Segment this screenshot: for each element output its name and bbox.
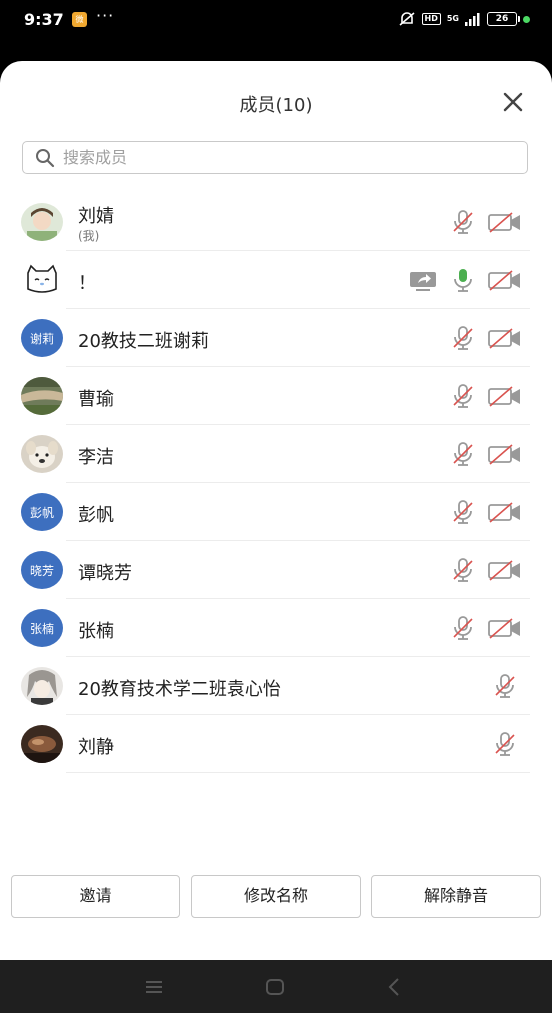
app-notification-icon: 微: [72, 12, 87, 27]
screen-share-icon[interactable]: [409, 267, 437, 293]
member-row[interactable]: 曹瑜: [0, 367, 552, 425]
rename-button[interactable]: 修改名称: [191, 875, 361, 918]
avatar: [21, 667, 63, 705]
camera-off-icon[interactable]: [488, 499, 522, 525]
member-name: 谭晓芳: [78, 563, 132, 584]
search-input[interactable]: [61, 147, 485, 168]
menu-icon[interactable]: [143, 976, 165, 998]
member-row[interactable]: 刘静: [0, 715, 552, 773]
mic-muted-icon[interactable]: [451, 499, 475, 525]
network-type-icon: 5G: [446, 14, 459, 23]
camera-off-icon[interactable]: [488, 441, 522, 467]
member-self-tag: (我): [78, 229, 100, 243]
mic-muted-icon[interactable]: [451, 209, 475, 235]
active-indicator-dot: [523, 15, 530, 23]
camera-off-icon[interactable]: [488, 557, 522, 583]
mic-muted-icon[interactable]: [451, 325, 475, 351]
member-name: 李洁: [78, 447, 114, 468]
search-icon: [36, 148, 55, 167]
more-notifications-icon: ···: [96, 6, 115, 25]
avatar: [21, 725, 63, 763]
member-name: 刘婧: [78, 206, 114, 227]
status-icons: HD 5G 26: [398, 10, 530, 28]
member-row[interactable]: 李洁: [0, 425, 552, 483]
camera-off-icon[interactable]: [488, 209, 522, 235]
hd-icon: HD: [421, 13, 441, 25]
member-name: 张楠: [78, 621, 114, 642]
home-icon[interactable]: [264, 976, 286, 998]
mic-muted-icon[interactable]: [451, 441, 475, 467]
status-time: 9:37: [24, 10, 64, 29]
member-name: 曹瑜: [78, 389, 114, 410]
member-name: ！: [78, 273, 96, 294]
member-row[interactable]: 谢莉 20教技二班谢莉: [0, 309, 552, 367]
avatar: [21, 203, 63, 241]
avatar: 张楠: [21, 609, 63, 647]
member-name: 刘静: [78, 737, 114, 758]
avatar: [21, 377, 63, 415]
camera-off-icon[interactable]: [488, 325, 522, 351]
member-list: 刘婧 (我) ！ 谢莉 20教技二班谢莉 曹瑜 李洁 彭帆 彭帆 晓芳 谭晓芳 …: [0, 193, 552, 773]
member-name: 20教育技术学二班袁心怡: [78, 679, 281, 700]
member-name: 彭帆: [78, 505, 114, 526]
avatar: 晓芳: [21, 551, 63, 589]
member-row[interactable]: ！: [0, 251, 552, 309]
camera-off-icon[interactable]: [488, 383, 522, 409]
mic-muted-icon[interactable]: [451, 383, 475, 409]
close-icon[interactable]: [500, 89, 526, 115]
camera-off-icon[interactable]: [488, 267, 522, 293]
row-divider: [66, 772, 530, 773]
sheet-title: 成员(10): [239, 95, 313, 116]
mic-on-icon[interactable]: [451, 267, 475, 293]
back-icon[interactable]: [384, 976, 406, 998]
member-row[interactable]: 20教育技术学二班袁心怡: [0, 657, 552, 715]
mic-muted-icon[interactable]: [493, 673, 517, 699]
mic-muted-icon[interactable]: [451, 557, 475, 583]
mic-muted-icon[interactable]: [451, 615, 475, 641]
unmute-all-button[interactable]: 解除静音: [371, 875, 541, 918]
status-bar: 9:37 微 ··· HD 5G 26: [0, 0, 552, 40]
avatar: 谢莉: [21, 319, 63, 357]
camera-off-icon[interactable]: [488, 615, 522, 641]
avatar: 彭帆: [21, 493, 63, 531]
system-nav-bar: [0, 960, 552, 1013]
battery-icon: 26: [487, 12, 520, 26]
avatar: [21, 435, 63, 473]
avatar: [21, 261, 63, 299]
search-box[interactable]: [22, 141, 528, 174]
action-bar: 邀请 修改名称 解除静音: [0, 875, 552, 919]
member-row[interactable]: 晓芳 谭晓芳: [0, 541, 552, 599]
signal-icon: [465, 12, 480, 26]
member-name: 20教技二班谢莉: [78, 331, 209, 352]
invite-button[interactable]: 邀请: [11, 875, 180, 918]
member-row[interactable]: 彭帆 彭帆: [0, 483, 552, 541]
mic-muted-icon[interactable]: [493, 731, 517, 757]
member-row[interactable]: 张楠 张楠: [0, 599, 552, 657]
members-sheet: 成员(10) 刘婧 (我) ！: [0, 61, 552, 960]
member-row[interactable]: 刘婧 (我): [0, 193, 552, 251]
mute-bell-icon: [398, 12, 415, 26]
